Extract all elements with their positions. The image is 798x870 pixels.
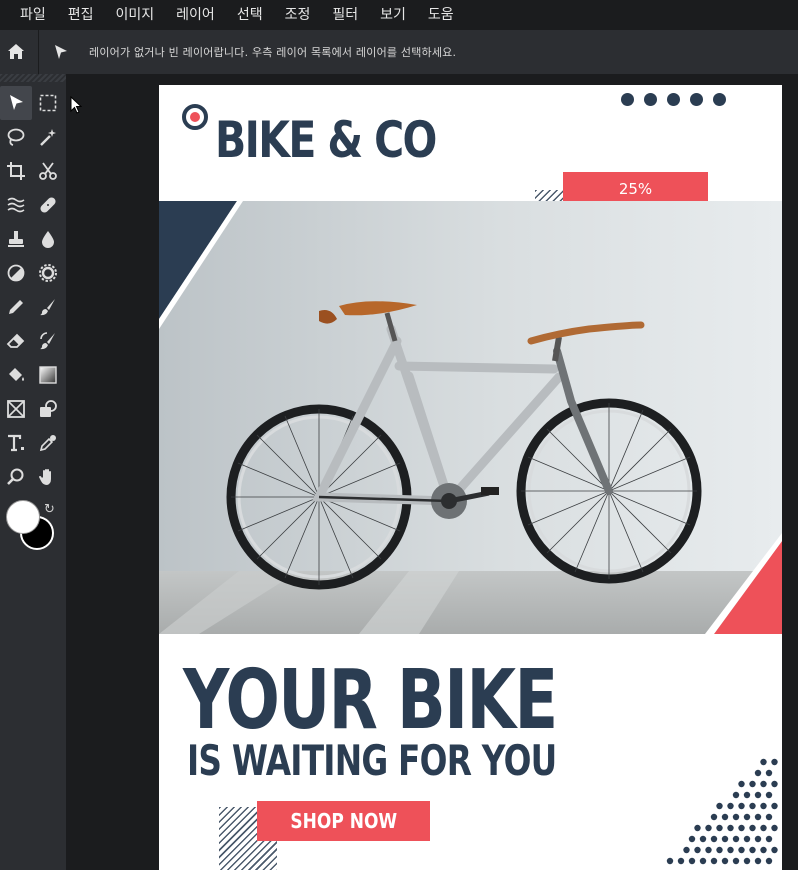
bike-photo: [159, 201, 782, 634]
arrow-cursor-icon: [10, 95, 23, 110]
heal-tool[interactable]: [32, 188, 64, 222]
decorative-dots: [621, 93, 726, 106]
frame-icon: [7, 400, 25, 418]
replace-color-tool[interactable]: [32, 324, 64, 358]
brand-title: BIKE & CO: [215, 111, 437, 169]
shapes-icon: [40, 400, 57, 417]
pencil-tool[interactable]: [0, 290, 32, 324]
menu-help[interactable]: 도움: [418, 0, 464, 30]
document-canvas[interactable]: BIKE & CO 25% discount: [159, 85, 782, 870]
drop-icon: [42, 231, 54, 248]
scissors-icon: [39, 162, 57, 180]
foreground-color-swatch[interactable]: [6, 500, 40, 534]
menu-layer[interactable]: 레이어: [166, 0, 225, 30]
menu-filter[interactable]: 필터: [322, 0, 368, 30]
gear-icon: [39, 264, 57, 282]
cut-tool[interactable]: [32, 154, 64, 188]
mouse-cursor-icon: [70, 96, 82, 114]
stamp-tool[interactable]: [0, 222, 32, 256]
shape-tool[interactable]: [32, 392, 64, 426]
menu-select[interactable]: 선택: [227, 0, 273, 30]
eyedropper-icon: [39, 435, 56, 452]
hand-tool[interactable]: [32, 460, 64, 494]
crop-tool[interactable]: [0, 154, 32, 188]
dashed-rect-icon: [39, 94, 57, 112]
marquee-tool[interactable]: [32, 86, 64, 120]
half-circle-icon: [7, 264, 25, 282]
gradient-icon: [39, 366, 57, 384]
text-icon: [8, 434, 24, 452]
gradient-tool[interactable]: [32, 358, 64, 392]
eraser-icon: [6, 333, 25, 348]
discount-percent: 25%: [618, 180, 653, 198]
brush-icon: [40, 299, 55, 316]
decorative-dot-triangle: [666, 758, 778, 865]
options-separator: [38, 30, 39, 74]
text-tool[interactable]: [0, 426, 32, 460]
menu-bar: 파일 편집 이미지 레이어 선택 조정 필터 보기 도움: [0, 0, 798, 30]
menu-edit[interactable]: 편집: [58, 0, 104, 30]
dodge-tool[interactable]: [0, 256, 32, 290]
sponge-tool[interactable]: [32, 256, 64, 290]
blur-tool[interactable]: [32, 222, 64, 256]
toolbar-grip[interactable]: [0, 74, 66, 82]
eraser-tool[interactable]: [0, 324, 32, 358]
color-brush-icon: [40, 332, 55, 350]
home-button[interactable]: [0, 30, 32, 74]
options-bar: 레이어가 없거나 빈 레이어랍니다. 우측 레이어 목록에서 레이어를 선택하세…: [0, 30, 798, 74]
menu-view[interactable]: 보기: [370, 0, 416, 30]
tools-panel: ↻: [0, 74, 66, 870]
hand-icon: [39, 469, 51, 485]
home-icon: [8, 44, 24, 59]
liquify-tool[interactable]: [0, 188, 32, 222]
brush-tool[interactable]: [32, 290, 64, 324]
headline-secondary: IS WAITING FOR YOU: [187, 736, 557, 785]
bandage-icon: [40, 197, 56, 213]
lasso-icon: [7, 128, 25, 146]
logo-target-icon: [182, 104, 208, 130]
shop-now-button[interactable]: SHOP NOW: [257, 801, 430, 841]
menu-image[interactable]: 이미지: [106, 0, 165, 30]
shop-now-label: SHOP NOW: [290, 809, 397, 833]
zoom-tool[interactable]: [0, 460, 32, 494]
pencil-icon: [9, 300, 23, 314]
frame-tool[interactable]: [0, 392, 32, 426]
magic-wand-icon: [40, 129, 56, 146]
options-message: 레이어가 없거나 빈 레이어랍니다. 우측 레이어 목록에서 레이어를 선택하세…: [89, 46, 457, 59]
swap-colors-icon[interactable]: ↻: [44, 502, 55, 517]
fill-tool[interactable]: [0, 358, 32, 392]
headline-primary: YOUR BIKE: [183, 653, 558, 748]
color-swatches: ↻: [0, 494, 66, 564]
menu-file[interactable]: 파일: [10, 0, 56, 30]
eyedropper-tool[interactable]: [32, 426, 64, 460]
magnifier-icon: [7, 468, 24, 485]
lasso-tool[interactable]: [0, 120, 32, 154]
magic-wand-tool[interactable]: [32, 120, 64, 154]
move-tool[interactable]: [0, 86, 32, 120]
current-tool-indicator: [45, 30, 77, 74]
arrow-cursor-icon: [55, 45, 67, 59]
wave-icon: [7, 197, 25, 213]
paint-bucket-icon: [9, 368, 24, 381]
menu-adjust[interactable]: 조정: [275, 0, 321, 30]
stamp-icon: [8, 231, 24, 247]
crop-icon: [7, 162, 25, 180]
